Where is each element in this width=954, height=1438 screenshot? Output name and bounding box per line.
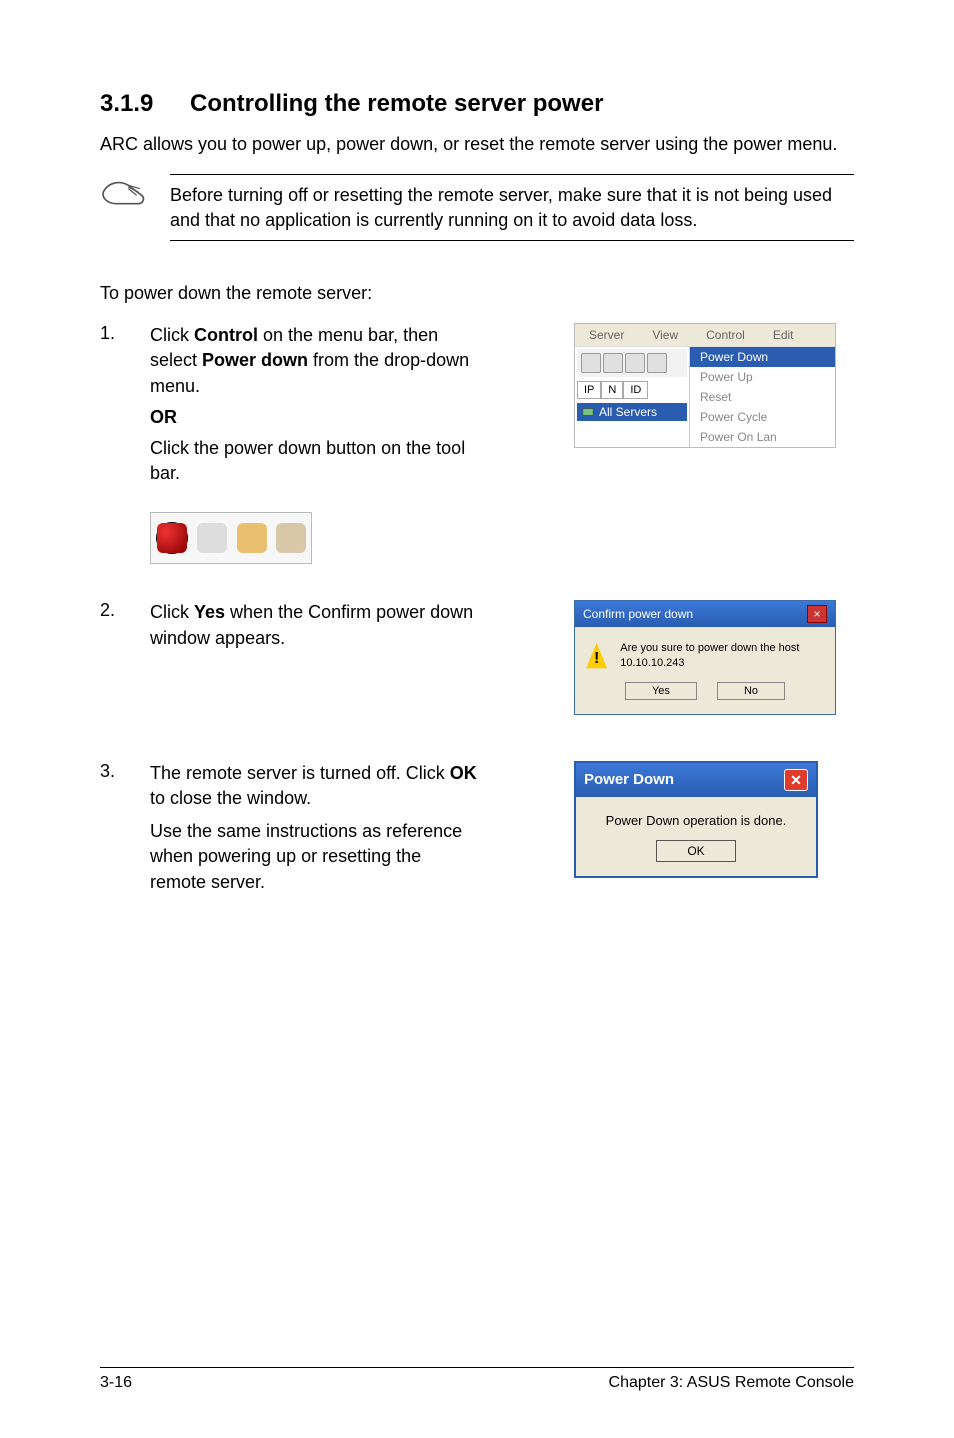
toolbar-mini-icon: [603, 353, 623, 373]
toolbar-mini-icon: [647, 353, 667, 373]
step-3-text-a: The remote server is turned off. Click O…: [150, 761, 480, 811]
confirm-dialog: Confirm power down × ! Are you sure to p…: [574, 600, 836, 715]
footer-page-num: 3-16: [100, 1374, 132, 1392]
toolbar-icon: [276, 523, 306, 553]
menubar-control: Control: [692, 324, 759, 346]
done-dialog-title: Power Down: [584, 771, 674, 788]
confirm-dialog-title: Confirm power down: [583, 607, 693, 621]
powerdown-keyword: Power down: [202, 350, 308, 370]
menu-power-down: Power Down: [690, 347, 835, 367]
menubar-edit: Edit: [759, 324, 808, 346]
menu-power-up: Power Up: [690, 367, 835, 387]
confirm-no-button: No: [717, 682, 785, 700]
close-icon: ×: [807, 605, 827, 623]
section-title: Controlling the remote server power: [190, 90, 603, 117]
note-hand-icon: [100, 174, 170, 215]
tab-id: ID: [623, 381, 648, 399]
menu-reset: Reset: [690, 387, 835, 407]
step-3-num: 3.: [100, 761, 150, 782]
step-3-text-b: Use the same instructions as reference w…: [150, 819, 480, 895]
power-down-icon: [157, 523, 187, 553]
or-label: OR: [150, 405, 480, 430]
note-block: Before turning off or resetting the remo…: [100, 174, 854, 241]
menubar-view: View: [638, 324, 692, 346]
menubar-server: Server: [575, 324, 638, 346]
page-footer: 3-16 Chapter 3: ASUS Remote Console: [100, 1367, 854, 1392]
tab-n: N: [601, 381, 623, 399]
ok-keyword: OK: [450, 763, 477, 783]
close-icon: ✕: [784, 769, 808, 791]
toolbar-figure: [150, 512, 312, 564]
footer-chapter: Chapter 3: ASUS Remote Console: [609, 1374, 854, 1392]
step-1-alt: Click the power down button on the tool …: [150, 436, 480, 486]
toolbar-mini-icon: [581, 353, 601, 373]
done-dialog-msg: Power Down operation is done.: [586, 813, 806, 828]
toolbar-selection-ring: [156, 522, 188, 554]
tab-ip: IP: [577, 381, 601, 399]
menu-figure: Server View Control Edit: [574, 323, 836, 448]
menu-power-on-lan: Power On Lan: [690, 427, 835, 447]
note-text: Before turning off or resetting the remo…: [170, 183, 854, 232]
control-keyword: Control: [194, 325, 258, 345]
step-2-text: Click Yes when the Confirm power down wi…: [150, 600, 480, 650]
done-ok-button: OK: [656, 840, 735, 862]
section-heading: 3.1.9Controlling the remote server power: [100, 90, 854, 118]
done-dialog: Power Down ✕ Power Down operation is don…: [574, 761, 818, 878]
warning-icon: !: [585, 642, 608, 670]
confirm-dialog-msg: Are you sure to power down the host 10.1…: [620, 641, 825, 670]
confirm-yes-button: Yes: [625, 682, 697, 700]
toolbar-icon: [237, 523, 267, 553]
intro-paragraph: ARC allows you to power up, power down, …: [100, 132, 854, 156]
lead-in: To power down the remote server:: [100, 281, 854, 305]
section-number: 3.1.9: [100, 90, 190, 118]
toolbar-mini-icon: [625, 353, 645, 373]
menu-power-cycle: Power Cycle: [690, 407, 835, 427]
toolbar-icon: [197, 523, 227, 553]
step-2-num: 2.: [100, 600, 150, 621]
all-servers-item: All Servers: [577, 403, 687, 421]
servers-icon: [581, 405, 595, 419]
step-1-text: Click Control on the menu bar, then sele…: [150, 323, 480, 399]
step-1-num: 1.: [100, 323, 150, 344]
yes-keyword: Yes: [194, 602, 225, 622]
